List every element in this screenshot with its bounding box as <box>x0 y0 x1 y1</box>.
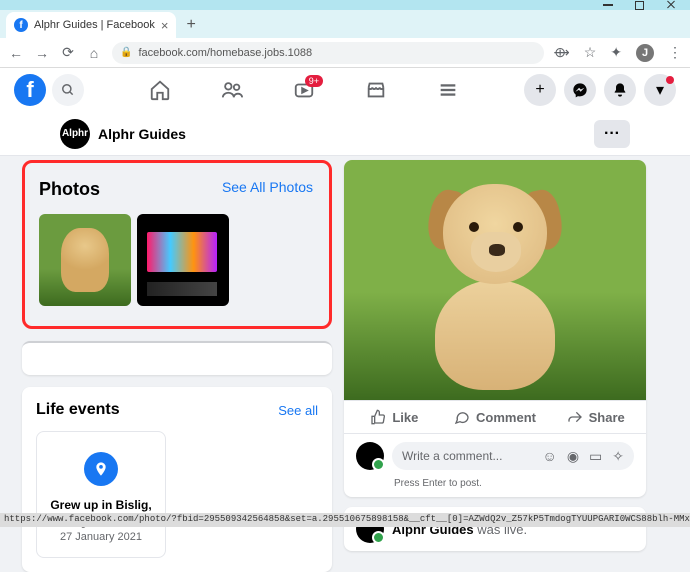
life-event-date: 27 January 2021 <box>45 531 157 543</box>
life-events-card: Life events See all Grew up in Bislig, S… <box>22 387 332 572</box>
comment-composer: Write a comment... ☺ ◉ ▭ ✧ <box>344 434 646 478</box>
photo-thumbnail[interactable] <box>137 214 229 306</box>
search-icon <box>61 83 75 97</box>
gif-icon[interactable]: ▭ <box>589 448 602 465</box>
browser-tabstrip: f Alphr Guides | Facebook × + <box>0 10 690 38</box>
nav-friends-icon[interactable] <box>221 79 243 101</box>
thumbs-up-icon <box>370 409 386 425</box>
favicon-icon: f <box>14 18 28 32</box>
messenger-button[interactable] <box>564 74 596 106</box>
like-button[interactable]: Like <box>344 401 445 433</box>
main-content: Photos See All Photos Friends Life event… <box>0 156 690 572</box>
left-column: Photos See All Photos Friends Life event… <box>22 156 332 572</box>
life-event-item[interactable]: Grew up in Bislig, Surigao del Sur 27 Ja… <box>36 431 166 558</box>
facebook-top-nav: f 9+ + ▾ <box>0 68 690 112</box>
post-actions: Like Comment Share <box>344 400 646 434</box>
profile-name[interactable]: Alphr Guides <box>98 126 186 142</box>
browser-profile-avatar[interactable]: J <box>636 44 654 62</box>
dog-illustration <box>405 170 585 390</box>
profile-avatar[interactable]: Alphr <box>60 119 90 149</box>
location-pin-icon <box>84 452 118 486</box>
browser-status-bar: https://www.facebook.com/photo/?fbid=295… <box>0 513 690 527</box>
share-icon[interactable]: ⟴ <box>554 44 570 61</box>
post-card: Like Comment Share Write a comment... ☺ … <box>344 160 646 497</box>
notifications-button[interactable] <box>604 74 636 106</box>
create-button[interactable]: + <box>524 74 556 106</box>
sticker-icon[interactable]: ✧ <box>612 448 624 465</box>
tab-title: Alphr Guides | Facebook <box>34 19 155 31</box>
profile-more-button[interactable]: ··· <box>594 120 630 148</box>
watch-badge: 9+ <box>305 75 323 87</box>
lock-icon: 🔒 <box>120 47 132 58</box>
commenter-avatar[interactable] <box>356 442 384 470</box>
reload-button[interactable]: ⟳ <box>60 44 76 61</box>
forward-button[interactable]: → <box>34 45 50 61</box>
browser-menu-icon[interactable]: ⋮ <box>668 44 682 61</box>
photo-thumbnail[interactable] <box>39 214 131 306</box>
comment-hint: Press Enter to post. <box>344 478 646 497</box>
post-image[interactable] <box>344 160 646 400</box>
bookmark-icon[interactable]: ☆ <box>584 44 597 61</box>
comment-icon <box>454 409 470 425</box>
account-menu-button[interactable]: ▾ <box>644 74 676 106</box>
facebook-logo-icon[interactable]: f <box>14 74 46 106</box>
comment-button[interactable]: Comment <box>445 401 546 433</box>
window-minimize-icon[interactable] <box>603 4 613 6</box>
window-maximize-icon[interactable] <box>635 1 644 10</box>
nav-menu-icon[interactable] <box>437 79 459 101</box>
tab-close-icon[interactable]: × <box>161 18 169 33</box>
address-bar[interactable]: 🔒 facebook.com/homebase.jobs.1088 <box>112 42 544 64</box>
new-tab-button[interactable]: + <box>176 16 205 38</box>
comment-placeholder: Write a comment... <box>402 449 502 463</box>
share-button[interactable]: Share <box>545 401 646 433</box>
nav-watch-icon[interactable]: 9+ <box>293 79 315 101</box>
life-events-see-all-link[interactable]: See all <box>278 403 318 418</box>
profile-header: Alphr Alphr Guides ··· <box>0 112 690 156</box>
emoji-icon[interactable]: ☺ <box>543 448 557 465</box>
nav-marketplace-icon[interactable] <box>365 79 387 101</box>
back-button[interactable]: ← <box>8 45 24 61</box>
photos-card: Photos See All Photos <box>22 160 332 329</box>
see-all-photos-link[interactable]: See All Photos <box>222 179 313 195</box>
friends-card-header: Friends <box>22 341 332 375</box>
window-titlebar <box>0 0 690 10</box>
home-button[interactable]: ⌂ <box>86 45 102 61</box>
right-column: Like Comment Share Write a comment... ☺ … <box>344 156 690 572</box>
comment-input[interactable]: Write a comment... ☺ ◉ ▭ ✧ <box>392 442 634 470</box>
share-icon <box>567 409 583 425</box>
camera-icon[interactable]: ◉ <box>567 448 579 465</box>
life-events-title: Life events <box>36 401 120 419</box>
url-text: facebook.com/homebase.jobs.1088 <box>138 47 312 59</box>
window-close-icon[interactable] <box>666 0 676 10</box>
browser-tab[interactable]: f Alphr Guides | Facebook × <box>6 12 176 38</box>
search-button[interactable] <box>52 74 84 106</box>
nav-home-icon[interactable] <box>149 79 171 101</box>
extensions-icon[interactable]: ✦ <box>610 44 622 61</box>
browser-toolbar: ← → ⟳ ⌂ 🔒 facebook.com/homebase.jobs.108… <box>0 38 690 68</box>
